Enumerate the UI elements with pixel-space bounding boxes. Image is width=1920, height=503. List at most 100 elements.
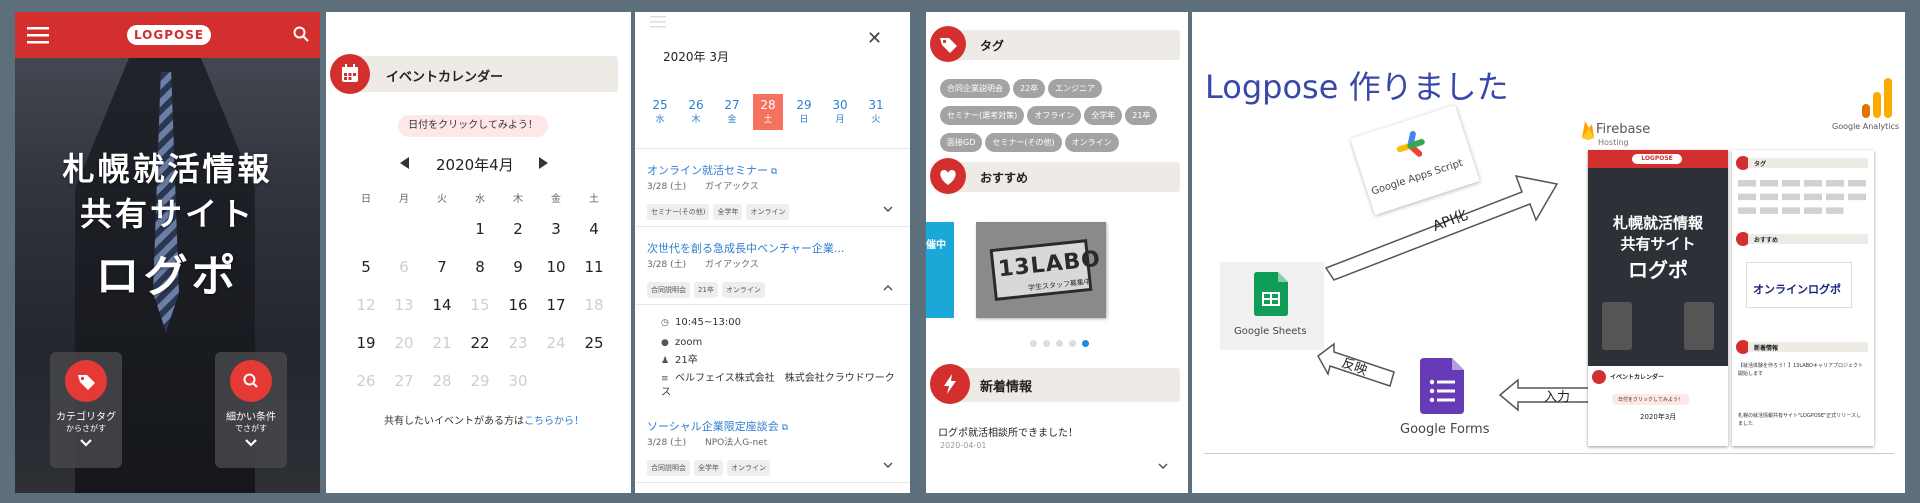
calendar-day: 20: [394, 334, 414, 352]
tag-pill[interactable]: 22卒: [1013, 79, 1046, 98]
mini-news-header: 新着情報: [1754, 345, 1779, 352]
event-title[interactable]: 次世代を創る急成長中ベンチャー企業...: [647, 240, 844, 256]
tag-icon: [930, 26, 966, 62]
top-bar: LOGPOSE: [15, 12, 320, 58]
event-detail-text: zoom: [675, 337, 703, 348]
calendar-day[interactable]: 22: [461, 334, 499, 352]
detail-search-card[interactable]: 細かい条件 でさがす: [215, 352, 287, 468]
mini-tip: 日付をクリックしてみよう！: [1612, 394, 1689, 405]
carousel-dot[interactable]: [1056, 340, 1063, 347]
mini-phone-left: LOGPOSE 札幌就活情報 共有サイト ログポ イベントカレンダー 日付をクリ…: [1588, 150, 1728, 446]
date-item[interactable]: 30 月: [825, 98, 855, 125]
calendar-day[interactable]: 17: [537, 296, 575, 314]
calendar-day[interactable]: 7: [423, 258, 461, 276]
tag-pill[interactable]: 全学年: [1084, 106, 1123, 125]
calendar-day[interactable]: 9: [499, 258, 537, 276]
site-logo[interactable]: LOGPOSE: [127, 25, 211, 45]
weekday-label: 土: [589, 194, 599, 205]
event-title[interactable]: オンライン就活セミナー ⧉: [647, 162, 777, 178]
calendar-day[interactable]: 2: [499, 220, 537, 238]
news-header: 新着情報: [980, 380, 1033, 395]
calendar-footer: 共有したいイベントがある方はこちらから！: [384, 412, 584, 427]
event-tag[interactable]: オンライン: [727, 460, 770, 476]
tag-icon: [65, 360, 107, 402]
tag-pill[interactable]: 21卒: [1125, 106, 1158, 125]
firebase-icon: [1580, 120, 1596, 140]
date-number: 27: [724, 98, 740, 112]
chevron-down-icon[interactable]: [883, 206, 893, 213]
event-tag[interactable]: 21卒: [694, 282, 718, 298]
sheets-label: Google Sheets: [1234, 326, 1307, 337]
calendar-day[interactable]: 25: [575, 334, 613, 352]
tag-pill[interactable]: オフライン: [1027, 106, 1082, 125]
calendar-icon: [330, 54, 370, 94]
date-selected[interactable]: 28 土: [753, 94, 783, 130]
calendar-day[interactable]: 16: [499, 296, 537, 314]
calendar-panel: イベントカレンダー 日付をクリックしてみよう！ 2020年4月 日月火水木金土 …: [326, 12, 631, 493]
next-month-icon[interactable]: [538, 156, 550, 170]
calendar-day: 13: [394, 296, 414, 314]
sheets-icon: [1254, 272, 1288, 316]
event-tag[interactable]: 全学年: [694, 460, 723, 476]
carousel-dot[interactable]: [1069, 340, 1076, 347]
divider: [635, 148, 910, 149]
chevron-up-icon[interactable]: [883, 284, 893, 291]
calendar-day[interactable]: 1: [461, 220, 499, 238]
detail-search-label: 細かい条件: [226, 412, 276, 423]
weekday-label: 水: [475, 194, 485, 205]
calendar-day: 30: [508, 372, 528, 390]
event-tag[interactable]: 合同説明会: [647, 282, 690, 298]
menu-icon[interactable]: [27, 26, 49, 44]
carousel-dot-active[interactable]: [1082, 340, 1089, 347]
search-icon: [230, 360, 272, 402]
recommend-banner[interactable]: 13LABO 学生スタッフ募集中: [976, 222, 1106, 318]
event-detail: ≡ ベルフェイス株式会社 株式会社クラウドワークス: [661, 372, 901, 400]
chevron-down-icon[interactable]: [1158, 463, 1168, 470]
date-item[interactable]: 26 木: [681, 98, 711, 125]
menu-icon[interactable]: [650, 16, 666, 28]
calendar-day[interactable]: 4: [575, 220, 613, 238]
mini-banner: オンラインログポ: [1746, 262, 1852, 308]
search-icon[interactable]: [293, 26, 309, 42]
prev-month-icon[interactable]: [398, 156, 410, 170]
calendar-day[interactable]: 19: [347, 334, 385, 352]
date-item[interactable]: 31 火: [861, 98, 891, 125]
news-title[interactable]: ログポ就活相談所できました！: [938, 424, 1078, 439]
carousel-dot[interactable]: [1043, 340, 1050, 347]
event-tag[interactable]: オンライン: [721, 282, 765, 298]
date-item[interactable]: 27 金: [717, 98, 747, 125]
event-tag[interactable]: 全学年: [713, 204, 743, 220]
date-item[interactable]: 25 水: [645, 98, 675, 125]
carousel-dots[interactable]: [1030, 340, 1089, 347]
calendar-day[interactable]: 11: [575, 258, 613, 276]
event-tag[interactable]: セミナー(その他): [647, 204, 710, 220]
tag-pill[interactable]: セミナー(選考対策): [940, 106, 1025, 125]
event-tag[interactable]: 合同説明会: [647, 460, 690, 476]
calendar-day[interactable]: 10: [537, 258, 575, 276]
mini-tag-header: タグ: [1754, 161, 1767, 168]
category-tag-card[interactable]: カテゴリタグ からさがす: [50, 352, 122, 468]
mini-news-text: 【就活体験を作ろう！】13LABOキャリアプロジェクト開始します: [1738, 363, 1863, 377]
tag-pill[interactable]: エンジニア: [1048, 79, 1103, 98]
chevron-down-icon[interactable]: [883, 462, 893, 469]
calendar-day[interactable]: 14: [423, 296, 461, 314]
event-panel: 2020年 3月 ✕ 25 水 26 木 27 金 28 土 29 日 30 月 31 火 オンライン就活…: [635, 12, 910, 493]
tag-pill[interactable]: オンライン: [1064, 133, 1119, 152]
close-icon[interactable]: ✕: [867, 28, 882, 49]
category-tag-sub: からさがす: [66, 424, 106, 433]
banner-left[interactable]: 催中: [926, 222, 954, 318]
calendar-day[interactable]: 5: [347, 258, 385, 276]
event-tag[interactable]: オンライン: [746, 204, 790, 220]
analytics-icon: [1862, 78, 1892, 118]
carousel-dot[interactable]: [1030, 340, 1037, 347]
event-tags: 合同説明会 全学年 オンライン: [647, 460, 770, 476]
tag-pill[interactable]: 面接GD: [940, 133, 983, 152]
date-item[interactable]: 29 日: [789, 98, 819, 125]
tag-pill[interactable]: 合同企業説明会: [940, 79, 1010, 98]
event-title[interactable]: ソーシャル企業限定座談会 ⧉: [647, 418, 788, 434]
calendar-day[interactable]: 8: [461, 258, 499, 276]
tag-pill[interactable]: セミナー(その他): [985, 133, 1062, 152]
calendar-footer-link[interactable]: こちらから！: [524, 416, 584, 427]
firebase-label: Firebase: [1596, 122, 1651, 137]
calendar-day[interactable]: 3: [537, 220, 575, 238]
